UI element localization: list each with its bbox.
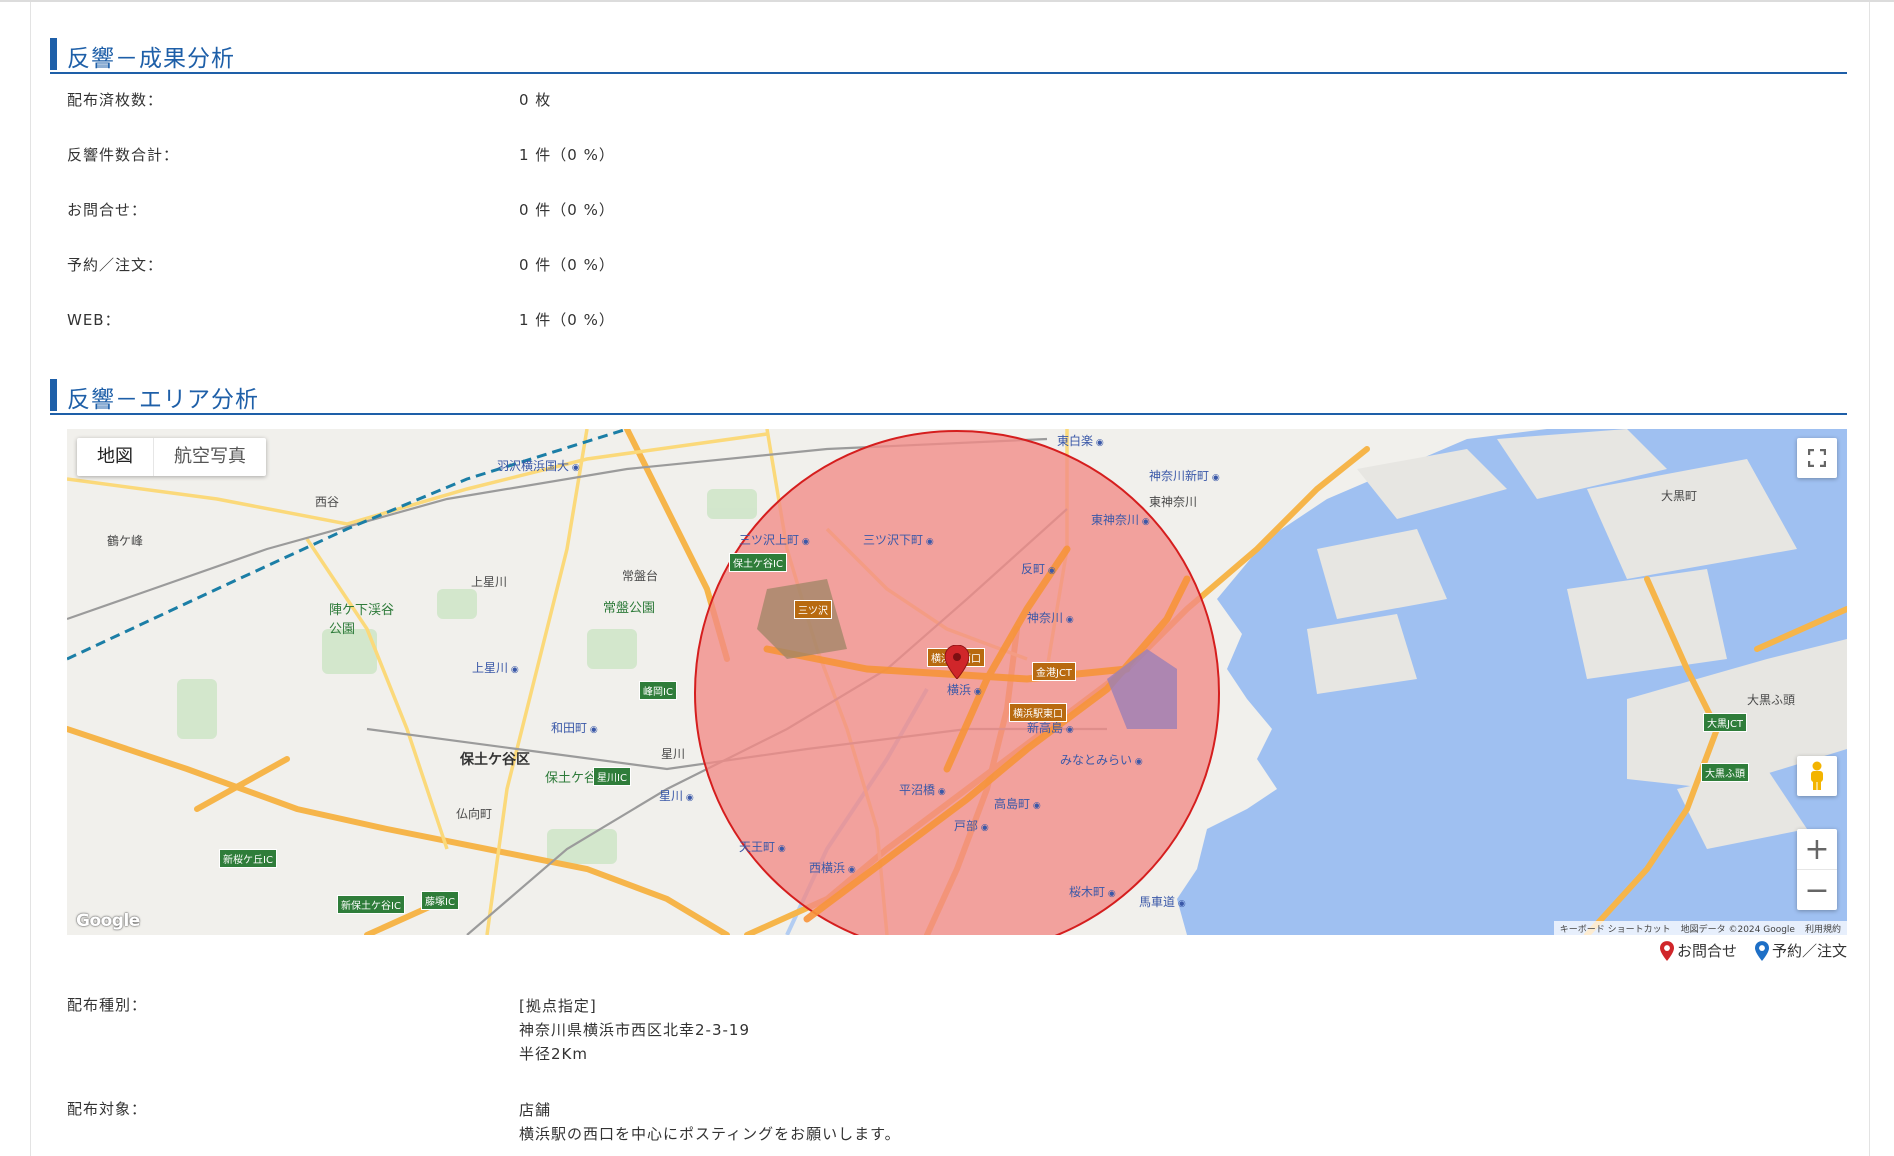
map-label: 東白楽: [1057, 432, 1104, 449]
result-value: 1 件（0 %）: [519, 311, 615, 329]
result-label: WEB：: [67, 311, 121, 329]
map-label: 西横浜: [809, 859, 856, 876]
map-attribution: キーボード ショートカット 地図データ ©2024 Google 利用規約: [1553, 921, 1847, 935]
map-label: 馬車道: [1139, 893, 1186, 910]
area-map[interactable]: 保土ケ谷区 横浜 みなとみらい 新高島 高島町 戸部 平沼橋 西横浜 天王町 星…: [67, 429, 1847, 935]
result-label: お問合せ：: [67, 201, 148, 219]
distribution-type-line: [拠点指定]: [519, 997, 597, 1015]
result-label: 反響件数合計：: [67, 146, 180, 164]
map-label: みなとみらい: [1060, 751, 1143, 768]
results-section-header: 反響－成果分析: [50, 38, 1847, 74]
result-value: 0 件（0 %）: [519, 201, 615, 219]
terms-link[interactable]: 利用規約: [1805, 922, 1841, 935]
map-label: 陣ケ下渓谷公園: [329, 603, 395, 637]
map-label: 東神奈川: [1091, 511, 1150, 528]
distribution-target-value: 店舗 横浜駅の西口を中心にポスティングをお願いします。: [519, 1098, 901, 1146]
map-label: 星川: [661, 747, 686, 761]
result-label: 予約／注文：: [67, 256, 164, 274]
map-label: 保土ケ谷IC: [729, 553, 787, 572]
map-label: 常盤台: [622, 569, 659, 583]
map-label: 上星川: [471, 575, 508, 589]
map-label: 横浜: [947, 681, 982, 698]
map-label: 大黒JCT: [1703, 713, 1748, 732]
map-label: 桜木町: [1069, 883, 1116, 900]
map-label: 高島町: [994, 795, 1041, 812]
map-label: 和田町: [551, 719, 598, 736]
map-data-credit: 地図データ ©2024 Google: [1680, 924, 1795, 935]
zoom-out-button[interactable]: −: [1797, 869, 1837, 910]
map-label: 西谷: [315, 495, 340, 509]
map-label: 天王町: [739, 838, 786, 855]
red-pin-icon: [1659, 940, 1674, 961]
map-label: 神奈川: [1027, 609, 1074, 626]
map-type-satellite-button[interactable]: 航空写真: [153, 438, 266, 476]
street-view-button[interactable]: [1797, 756, 1837, 796]
distribution-target-line: 店舗: [519, 1101, 552, 1119]
map-label: 横浜駅東口: [1009, 703, 1067, 722]
map-label: 大黒ふ頭: [1747, 693, 1796, 707]
legend-item-inquiry: お問合せ: [1659, 940, 1737, 961]
google-logo: Google: [76, 911, 140, 931]
map-label: 反町: [1021, 560, 1056, 577]
map-label: 上星川: [472, 659, 519, 676]
map-label: 大黒ふ頭: [1701, 763, 1749, 782]
map-label: 戸部: [954, 817, 989, 834]
distribution-note: 横浜駅の西口を中心にポスティングをお願いします。: [519, 1125, 901, 1143]
map-label: 藤塚IC: [421, 891, 459, 910]
fullscreen-icon: [1808, 449, 1826, 467]
area-section-header: 反響－エリア分析: [50, 379, 1847, 415]
area-section-title: 反響－エリア分析: [67, 387, 259, 413]
distribution-type-label: 配布種別：: [67, 996, 148, 1014]
section-accent-bar: [50, 38, 57, 70]
map-label: 東神奈川: [1149, 495, 1198, 509]
result-value: 0 枚: [519, 91, 552, 109]
results-section-title: 反響－成果分析: [67, 46, 235, 72]
zoom-control: + −: [1797, 829, 1837, 910]
result-value: 0 件（0 %）: [519, 256, 615, 274]
distribution-type-value: [拠点指定] 神奈川県横浜市西区北幸2-3-19 半径2Km: [519, 994, 750, 1066]
map-label: 羽沢横浜国大: [497, 457, 580, 474]
map-label: 三ツ沢下町: [863, 531, 934, 548]
map-label: 峰岡IC: [639, 681, 677, 700]
result-value: 1 件（0 %）: [519, 146, 615, 164]
result-label: 配布済枚数：: [67, 91, 164, 109]
pegman-icon: [1811, 761, 1823, 790]
section-accent-bar: [50, 379, 57, 411]
map-label: 金港JCT: [1032, 662, 1077, 681]
map-legend: お問合せ 予約／注文: [1659, 940, 1847, 961]
zoom-in-button[interactable]: +: [1797, 829, 1837, 869]
blue-pin-icon: [1754, 940, 1769, 961]
map-label: 新保土ケ谷IC: [337, 895, 405, 914]
distribution-target-label: 配布対象：: [67, 1100, 148, 1118]
distribution-address: 神奈川県横浜市西区北幸2-3-19: [519, 1021, 751, 1039]
map-label: 三ツ沢上町: [739, 531, 810, 548]
map-label: 星川IC: [593, 767, 631, 786]
map-type-control: 地図 航空写真: [77, 438, 266, 476]
location-marker-icon[interactable]: [945, 645, 969, 679]
map-label: 神奈川新町: [1149, 467, 1220, 484]
map-label: 新桜ケ丘IC: [219, 849, 277, 868]
map-label: 平沼橋: [899, 781, 946, 798]
map-label: 星川: [659, 787, 694, 804]
map-label: 仏向町: [456, 807, 493, 821]
map-label: 常盤公園: [603, 601, 656, 616]
map-label: 大黒町: [1661, 489, 1698, 503]
keyboard-shortcuts-link[interactable]: キーボード ショートカット: [1560, 922, 1671, 935]
legend-label: お問合せ: [1676, 942, 1737, 960]
map-type-roadmap-button[interactable]: 地図: [77, 438, 153, 476]
distribution-radius: 半径2Km: [519, 1045, 588, 1063]
map-label: 鶴ケ峰: [107, 534, 144, 548]
legend-label: 予約／注文: [1771, 942, 1847, 960]
map-label: 保土ケ谷区: [460, 752, 530, 768]
map-label: 三ツ沢: [794, 600, 832, 619]
legend-item-reserve: 予約／注文: [1754, 940, 1847, 961]
fullscreen-button[interactable]: [1797, 438, 1837, 478]
